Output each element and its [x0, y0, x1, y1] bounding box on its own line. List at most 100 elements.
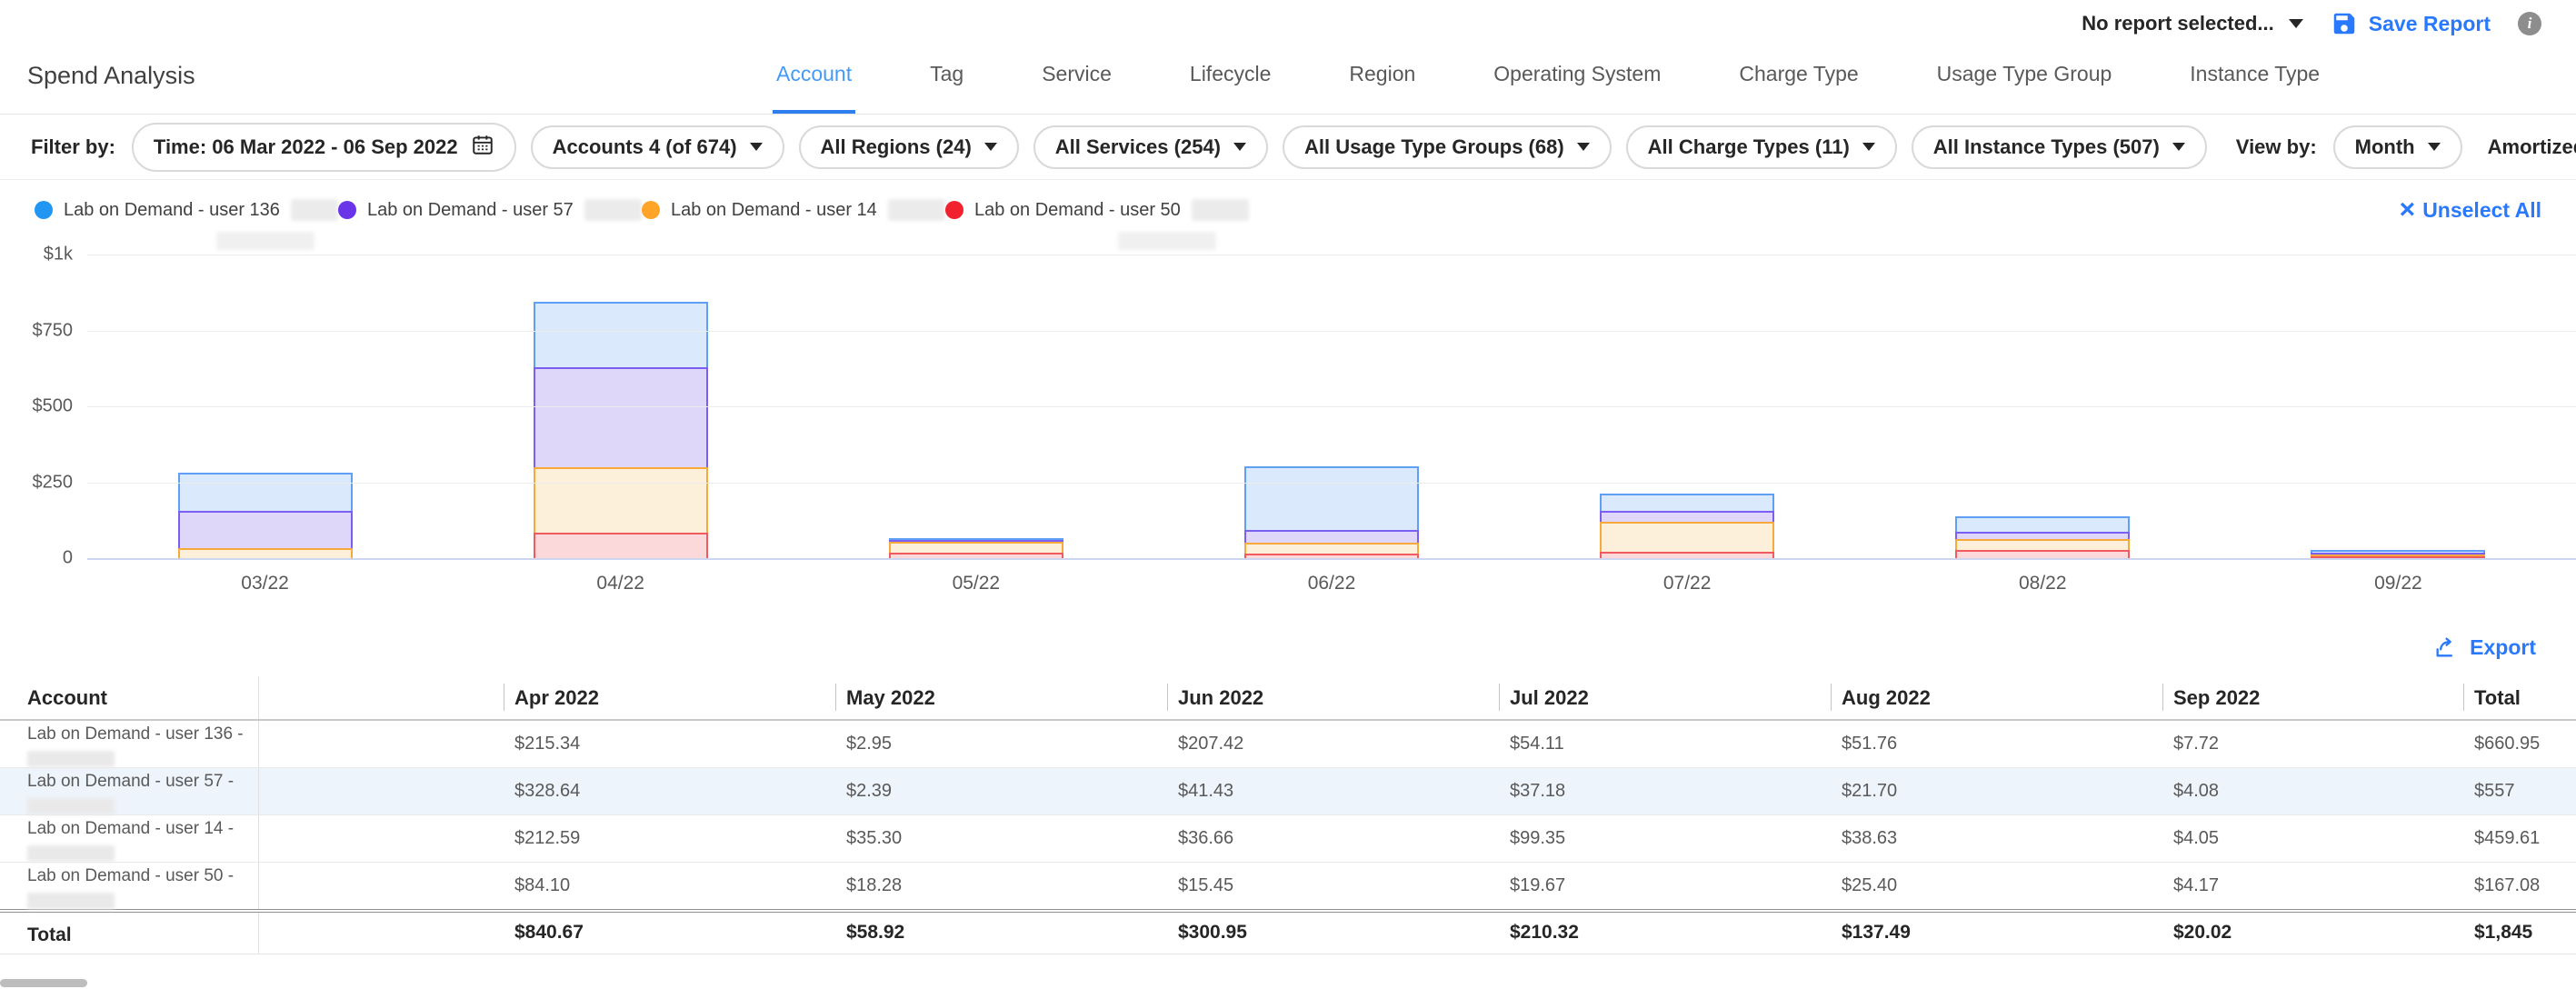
bar-segment-blue[interactable] — [1955, 516, 2130, 532]
horizontal-scrollbar-thumb[interactable] — [0, 979, 87, 987]
bar-segment-orange[interactable] — [1244, 543, 1419, 554]
stacked-bar-05/22[interactable] — [889, 538, 1063, 558]
table-row: Lab on Demand - user 14 - $212.59$35.30 $3… — [0, 814, 2576, 862]
stacked-bar-06/22[interactable] — [1244, 466, 1419, 558]
legend-item[interactable]: Lab on Demand - user 50 — [945, 199, 1249, 221]
stacked-bar-08/22[interactable] — [1955, 516, 2130, 558]
tab-service[interactable]: Service — [1038, 38, 1115, 114]
bar-segment-blue[interactable] — [178, 473, 353, 511]
tab-region[interactable]: Region — [1345, 38, 1419, 114]
bar-segment-red[interactable] — [2311, 556, 2485, 558]
tab-operating-system[interactable]: Operating System — [1490, 38, 1664, 114]
legend-item[interactable]: Lab on Demand - user 57 — [338, 199, 642, 221]
tab-instance-type[interactable]: Instance Type — [2186, 38, 2323, 114]
y-axis-label: $500 — [0, 396, 73, 417]
account-name: Lab on Demand - user 50 - — [27, 866, 234, 885]
filter-pill[interactable]: All Charge Types (11) — [1626, 125, 1897, 169]
bar-segment-orange[interactable] — [1600, 522, 1774, 552]
table-cell: $35.30 — [835, 814, 1167, 862]
account-cell: Lab on Demand - user 14 - — [0, 814, 258, 862]
table-cell: $459.61 — [2463, 814, 2576, 862]
table-cell: $212.59 — [504, 814, 835, 862]
bar-segment-blue[interactable] — [1600, 494, 1774, 510]
table-cell: $51.76 — [1831, 720, 2162, 767]
export-button[interactable]: Export — [2433, 634, 2536, 660]
bar-segment-purple[interactable] — [1955, 532, 2130, 538]
y-axis-label: $1k — [0, 245, 73, 265]
report-selector-dropdown[interactable]: No report selected... — [2082, 12, 2303, 35]
bar-segment-red[interactable] — [1955, 550, 2130, 558]
table-cell: $4.17 — [2162, 862, 2463, 910]
filter-pill-label: All Usage Type Groups (68) — [1304, 135, 1564, 159]
bar-segment-purple[interactable] — [178, 511, 353, 548]
tab-usage-type-group[interactable]: Usage Type Group — [1933, 38, 2116, 114]
stacked-bar-09/22[interactable] — [2311, 550, 2485, 558]
save-report-button[interactable]: Save Report — [2331, 10, 2491, 37]
chart-plot-area: $1k$750$500$2500 — [87, 255, 2576, 560]
stacked-bar-07/22[interactable] — [1600, 494, 1774, 558]
filter-pill[interactable]: All Usage Type Groups (68) — [1283, 125, 1612, 169]
report-selector-value: No report selected... — [2082, 12, 2274, 35]
chevron-down-icon — [1862, 143, 1875, 151]
bar-segment-red[interactable] — [534, 533, 708, 558]
column-header-apr-2022[interactable]: Apr 2022 — [504, 676, 835, 720]
table-cell: $19.67 — [1499, 862, 1831, 910]
filter-pill[interactable]: All Regions (24) — [799, 125, 1019, 169]
total-cell: $58.92 — [835, 911, 1167, 954]
unselect-all-button[interactable]: × Unselect All — [2400, 196, 2541, 224]
bar-segment-red[interactable] — [1600, 552, 1774, 558]
header: Spend Analysis AccountTagServiceLifecycl… — [0, 38, 2576, 115]
filter-pill[interactable]: Time: 06 Mar 2022 - 06 Sep 2022 — [132, 123, 516, 172]
column-header-jun-2022[interactable]: Jun 2022 — [1167, 676, 1499, 720]
legend-item[interactable]: Lab on Demand - user 14 — [642, 199, 945, 221]
bar-segment-blue[interactable] — [534, 302, 708, 367]
tab-tag[interactable]: Tag — [926, 38, 967, 114]
stacked-bar-04/22[interactable] — [534, 302, 708, 558]
legend-item-label: Lab on Demand - user 57 — [367, 200, 574, 221]
bar-segment-orange[interactable] — [534, 467, 708, 532]
tab-lifecycle[interactable]: Lifecycle — [1186, 38, 1274, 114]
table-cell: $84.10 — [504, 862, 835, 910]
table-cell: $660.95 — [2463, 720, 2576, 767]
table-cell: $4.08 — [2162, 767, 2463, 814]
filter-pill[interactable]: All Instance Types (507) — [1912, 125, 2207, 169]
table-total-row: Total$840.67$58.92$300.95$210.32$137.49$… — [0, 911, 2576, 954]
bar-segment-orange[interactable] — [178, 548, 353, 558]
y-axis-label: $750 — [0, 320, 73, 341]
table-cell: $38.63 — [1831, 814, 2162, 862]
table-cell: $557 — [2463, 767, 2576, 814]
stacked-bar-03/22[interactable] — [178, 473, 353, 558]
column-header-total[interactable]: Total — [2463, 676, 2576, 720]
legend-item-label: Lab on Demand - user 136 — [64, 200, 280, 221]
bar-segment-orange[interactable] — [889, 542, 1063, 553]
tab-charge-type[interactable]: Charge Type — [1735, 38, 1862, 114]
gridline — [87, 483, 2576, 484]
bar-segment-purple[interactable] — [1600, 511, 1774, 522]
column-header-account[interactable]: Account — [0, 676, 258, 720]
view-by-dropdown[interactable]: Month — [2333, 125, 2462, 169]
column-header-aug-2022[interactable]: Aug 2022 — [1831, 676, 2162, 720]
y-axis-label: $250 — [0, 472, 73, 493]
column-header-sep-2022[interactable]: Sep 2022 — [2162, 676, 2463, 720]
tab-account[interactable]: Account — [773, 38, 855, 114]
bar-segment-blue[interactable] — [1244, 466, 1419, 530]
filter-by-label: Filter by: — [31, 135, 115, 159]
bar-segment-red[interactable] — [1244, 554, 1419, 558]
bar-segment-purple[interactable] — [534, 367, 708, 467]
info-icon[interactable]: i — [2518, 12, 2541, 35]
column-header-may-2022[interactable]: May 2022 — [835, 676, 1167, 720]
calendar-icon — [471, 133, 494, 162]
table-cell: $167.08 — [2463, 862, 2576, 910]
chevron-down-icon — [2289, 19, 2303, 28]
legend-item[interactable]: Lab on Demand - user 136 — [35, 199, 338, 221]
bar-segment-red[interactable] — [889, 553, 1063, 558]
table-cell: $54.11 — [1499, 720, 1831, 767]
account-name: Lab on Demand - user 57 - — [27, 772, 234, 791]
table-cell: $37.18 — [1499, 767, 1831, 814]
column-header-jul-2022[interactable]: Jul 2022 — [1499, 676, 1831, 720]
bar-segment-purple[interactable] — [1244, 530, 1419, 543]
filter-pill[interactable]: All Services (254) — [1033, 125, 1268, 169]
bar-segment-orange[interactable] — [1955, 539, 2130, 551]
filter-pill[interactable]: Accounts 4 (of 674) — [531, 125, 784, 169]
spacer-cell — [258, 814, 504, 862]
